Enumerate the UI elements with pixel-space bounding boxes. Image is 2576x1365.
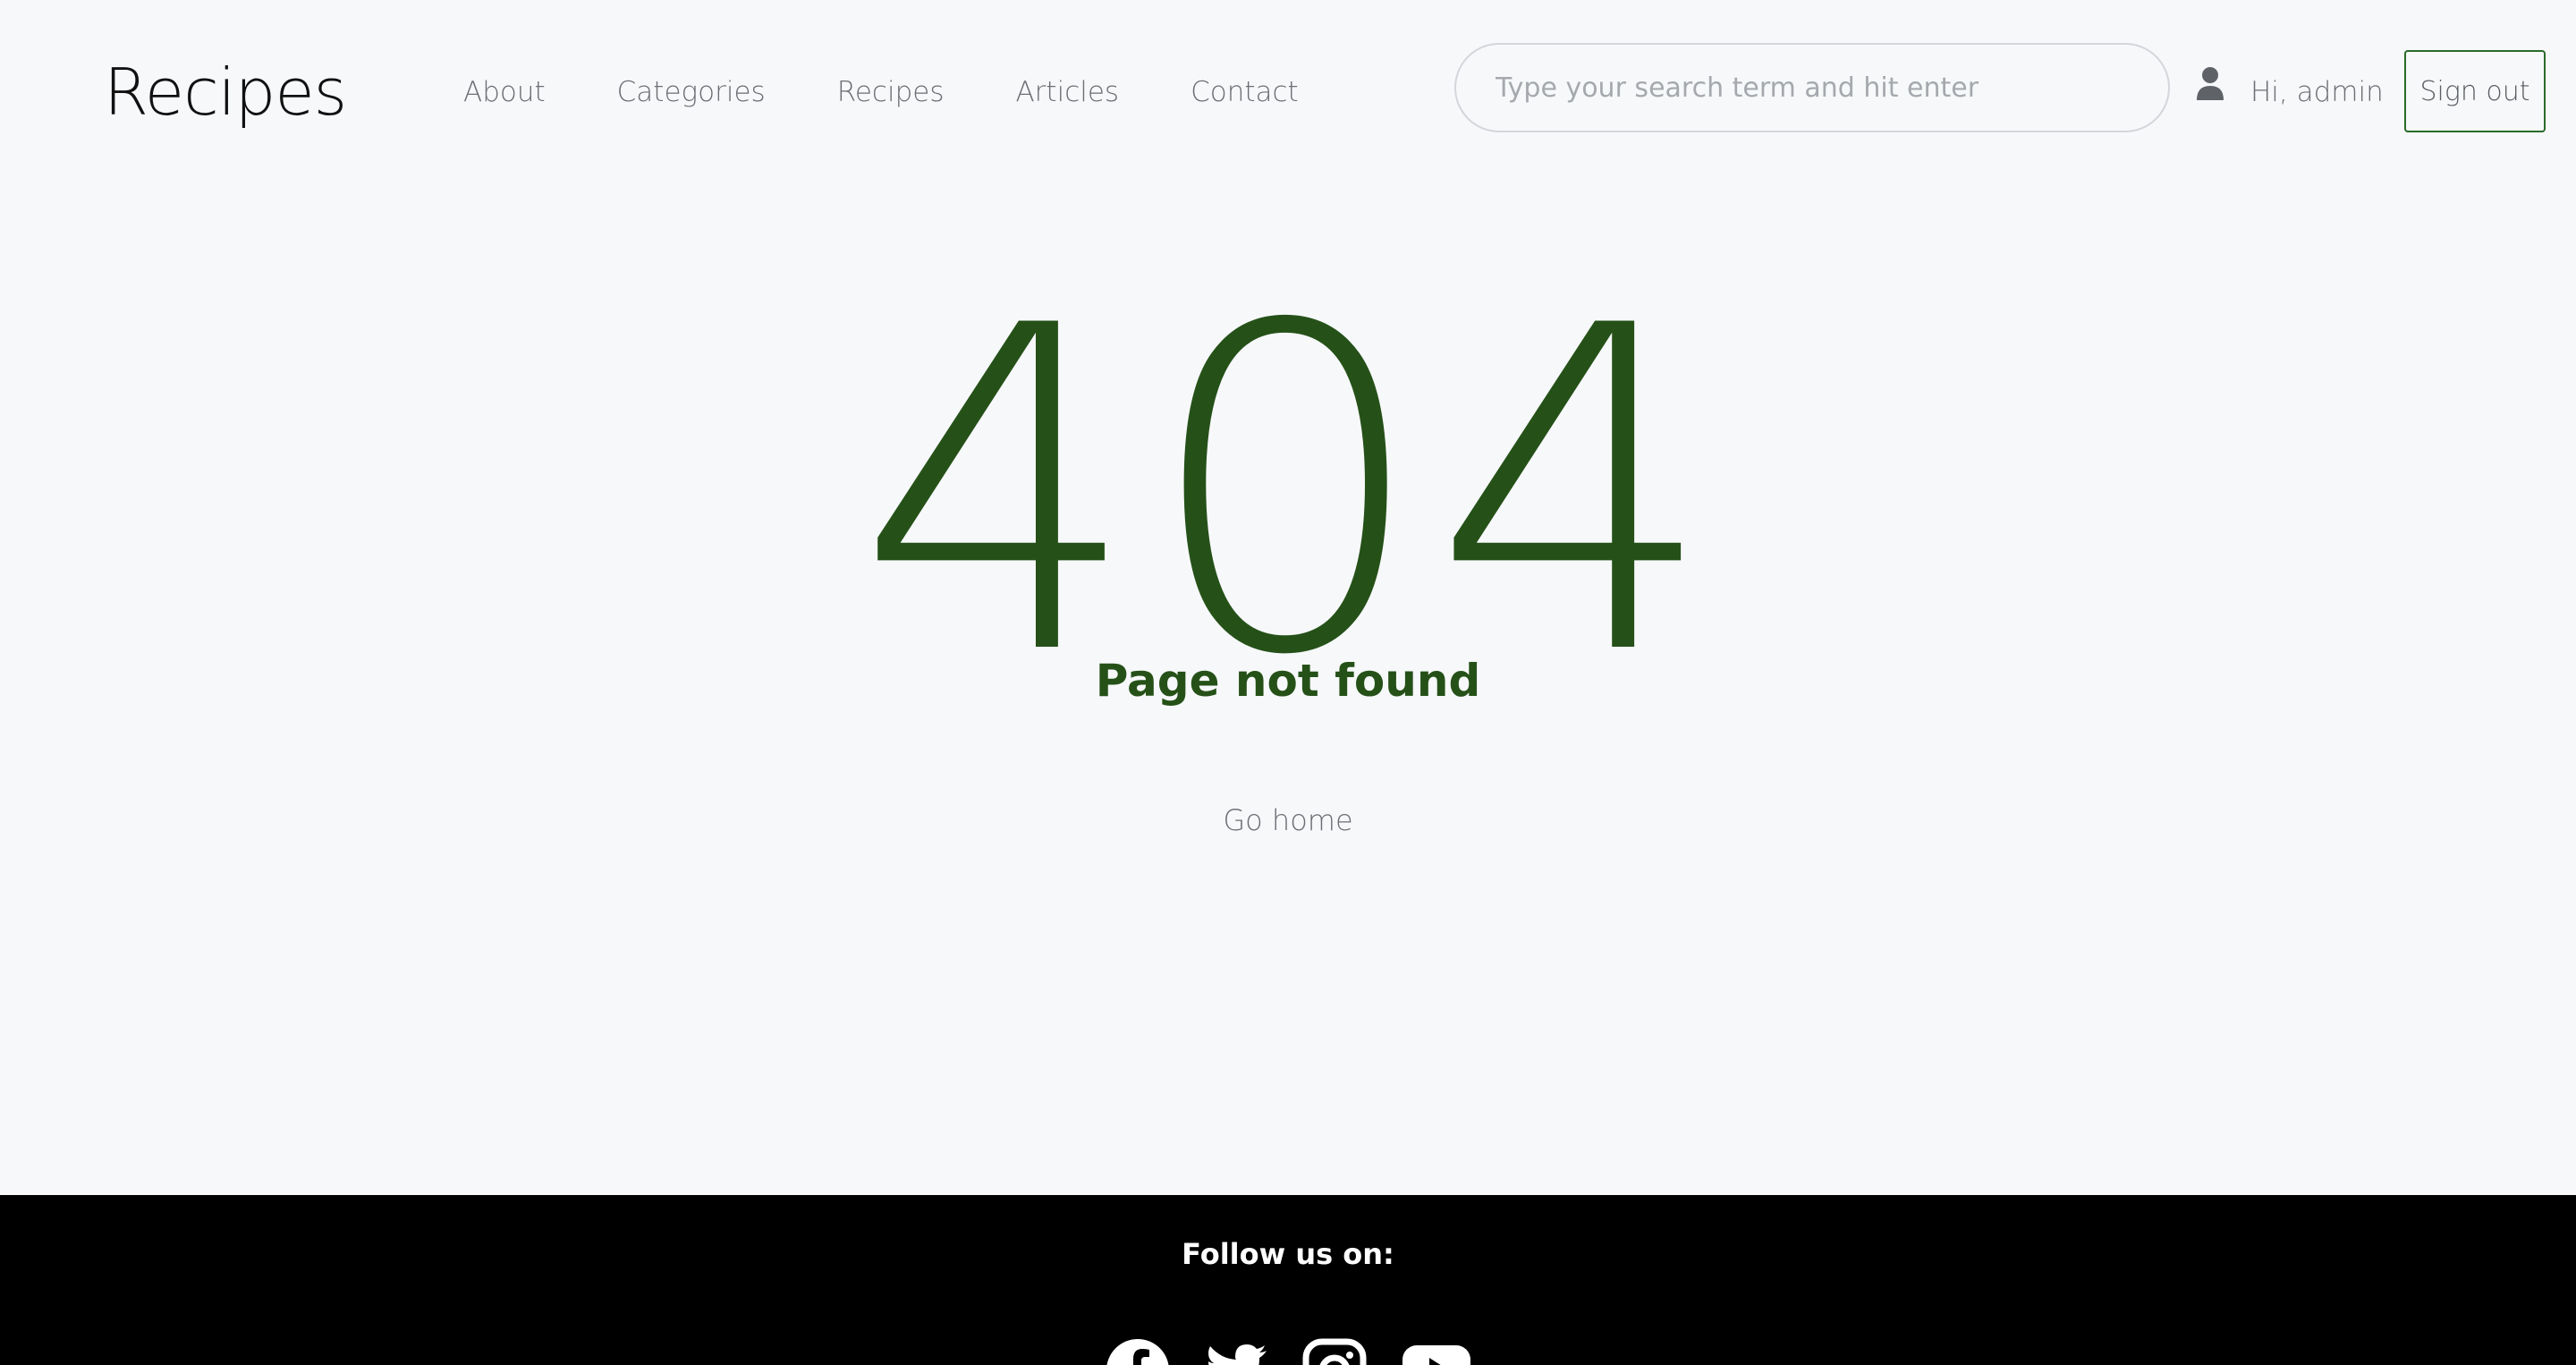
facebook-icon[interactable] [1106,1338,1170,1365]
nav-link-articles[interactable]: Articles [1015,70,1119,114]
nav-link-categories[interactable]: Categories [617,70,766,114]
main-nav: About Categories Recipes Articles Contac… [463,70,1370,114]
error-code: 404 [855,232,1721,752]
error-content: 404 Page not found Go home [0,179,2576,1195]
user-icon [2197,67,2224,100]
instagram-icon[interactable] [1302,1338,1367,1365]
site-logo[interactable]: Recipes [104,52,347,132]
search-input[interactable] [1454,43,2170,132]
user-greeting: Hi, admin [2250,76,2384,108]
nav-link-recipes[interactable]: Recipes [837,70,945,114]
site-footer: Follow us on: [0,1195,2576,1365]
youtube-icon[interactable] [1401,1338,1470,1365]
error-message: Page not found [1095,655,1481,707]
site-header: Recipes About Categories Recipes Article… [0,0,2576,179]
sign-out-button[interactable]: Sign out [2404,50,2546,132]
follow-us-label: Follow us on: [1182,1237,1394,1271]
social-links [1106,1338,1470,1365]
twitter-icon[interactable] [1204,1338,1268,1365]
nav-link-about[interactable]: About [463,70,546,114]
nav-link-contact[interactable]: Contact [1191,70,1299,114]
go-home-link[interactable]: Go home [0,798,2576,843]
